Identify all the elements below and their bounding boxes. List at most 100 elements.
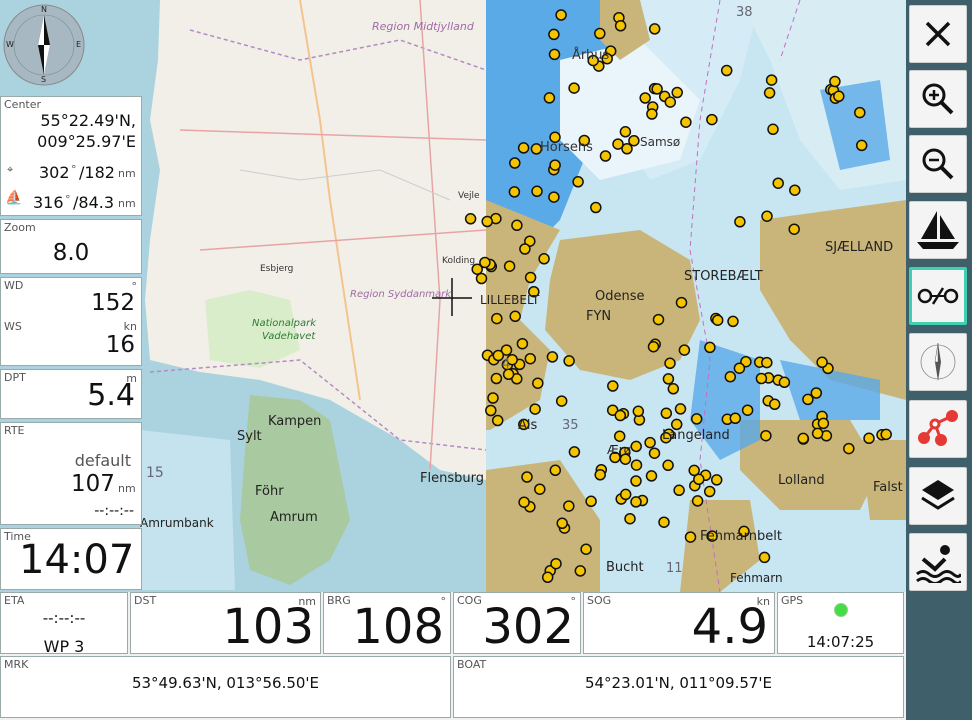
buoy-marker[interactable] [684,531,697,543]
buoy-marker[interactable] [509,157,521,169]
boat-panel[interactable]: BOAT 54°23.01'N, 011°09.57'E [453,656,904,718]
boat-center-button[interactable] [909,201,967,259]
buoy-marker[interactable] [550,557,562,570]
buoy-marker[interactable] [541,571,554,584]
brg-panel[interactable]: BRG ° 108 [323,592,451,655]
buoy-marker[interactable] [546,351,559,363]
buoy-marker[interactable] [758,551,771,564]
buoy-marker[interactable] [639,92,651,104]
buoy-marker[interactable] [880,428,892,441]
buoy-marker[interactable] [491,414,504,427]
buoy-marker[interactable] [678,344,691,356]
buoy-marker[interactable] [555,9,567,21]
buoy-marker[interactable] [674,403,687,415]
buoy-marker[interactable] [628,134,640,147]
buoy-marker[interactable] [816,356,828,369]
buoy-marker[interactable] [630,496,642,508]
buoy-marker[interactable] [788,223,800,235]
buoy-marker[interactable] [710,474,723,486]
buoy-marker[interactable] [789,184,801,196]
buoy-marker[interactable] [518,496,530,508]
buoy-marker[interactable] [630,459,643,471]
buoy-marker[interactable] [772,177,784,189]
buoy-marker[interactable] [614,20,627,32]
buoy-marker[interactable] [549,464,562,477]
buoy-marker[interactable] [612,138,624,150]
buoy-marker[interactable] [675,296,688,309]
buoy-marker[interactable] [644,436,656,449]
buoy-marker[interactable] [797,432,809,445]
buoy-marker[interactable] [548,28,560,41]
buoy-marker[interactable] [648,23,661,35]
buoy-marker[interactable] [538,253,550,265]
buoy-marker[interactable] [652,313,665,326]
buoy-marker[interactable] [763,87,776,99]
mrk-panel[interactable]: MRK 53°49.63'N, 013°56.50'E [0,656,451,718]
buoy-marker[interactable] [619,126,632,138]
buoy-marker[interactable] [690,413,703,425]
buoy-marker[interactable] [768,398,781,411]
buoy-marker[interactable] [548,191,560,203]
buoy-marker[interactable] [487,392,499,404]
buoy-marker[interactable] [733,362,746,374]
buoy-marker[interactable] [833,90,845,103]
lock-toggle-button[interactable] [909,267,967,325]
wind-panel[interactable]: WD ° 152 WS kn 16 [0,277,142,366]
buoy-marker[interactable] [811,427,824,440]
buoy-marker[interactable] [464,213,477,225]
buoy-marker[interactable] [491,312,503,325]
buoy-marker[interactable] [854,106,866,119]
buoy-marker[interactable] [648,447,661,459]
center-panel[interactable]: Center 55°22.49'N, 009°25.97'E ⌖ 302 ° /… [0,96,142,216]
buoy-marker[interactable] [761,356,773,369]
buoy-marker[interactable] [556,517,568,530]
buoy-marker[interactable] [855,139,868,152]
buoy-marker[interactable] [524,352,537,365]
buoy-marker[interactable] [734,216,746,228]
buoy-marker[interactable] [479,256,491,269]
buoy-marker[interactable] [490,372,503,385]
buoy-marker[interactable] [741,404,754,416]
buoy-marker[interactable] [508,186,521,198]
buoy-marker[interactable] [555,395,568,407]
buoy-marker[interactable] [481,215,493,228]
buoy-marker[interactable] [549,159,561,171]
buoy-marker[interactable] [563,355,575,367]
buoy-marker[interactable] [516,337,529,350]
buoy-marker[interactable] [574,565,587,577]
buoy-marker[interactable] [568,446,581,458]
buoy-marker[interactable] [667,383,680,395]
buoy-marker[interactable] [760,429,772,442]
buoy-marker[interactable] [630,440,642,453]
buoy-marker[interactable] [691,495,704,507]
buoy-marker[interactable] [727,315,739,328]
buoy-marker[interactable] [534,483,546,495]
buoy-marker[interactable] [829,75,841,88]
route-panel[interactable]: RTE default 107 nm --:--:-- [0,422,142,525]
buoy-marker[interactable] [724,371,737,383]
buoy-marker[interactable] [503,260,516,272]
buoy-marker[interactable] [843,442,855,455]
buoy-marker[interactable] [664,357,676,370]
buoy-marker[interactable] [543,92,556,104]
buoy-marker[interactable] [509,310,521,323]
buoy-marker[interactable] [580,543,592,555]
buoy-marker[interactable] [706,113,718,126]
buoy-marker[interactable] [563,500,575,512]
buoy-marker[interactable] [761,210,773,222]
buoy-marker[interactable] [673,484,685,497]
man-overboard-button[interactable] [909,533,967,591]
buoy-marker[interactable] [632,405,645,418]
buoy-marker[interactable] [658,516,670,528]
buoy-marker[interactable] [630,475,642,487]
buoy-marker[interactable] [778,376,791,389]
buoy-marker[interactable] [517,142,530,154]
buoy-marker[interactable] [755,372,768,385]
buoy-marker[interactable] [703,485,716,498]
compass-button[interactable] [909,333,967,391]
buoy-marker[interactable] [645,470,658,482]
buoy-marker[interactable] [647,340,660,353]
buoy-marker[interactable] [810,387,823,399]
buoy-marker[interactable] [529,403,541,415]
buoy-marker[interactable] [680,116,692,128]
